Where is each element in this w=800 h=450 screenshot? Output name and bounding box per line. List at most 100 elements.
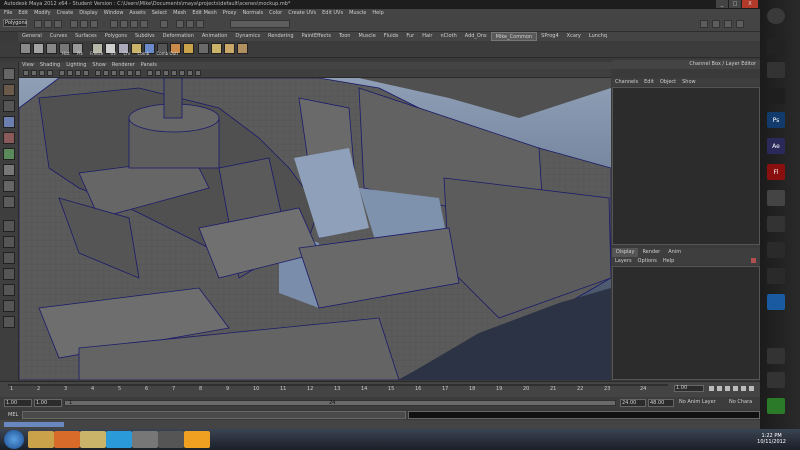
monitor-icon[interactable]: [767, 216, 785, 232]
menu-window[interactable]: Window: [104, 10, 124, 16]
step-back-icon[interactable]: [717, 386, 722, 391]
alien-icon[interactable]: [767, 242, 785, 258]
panel-menu-lighting[interactable]: Lighting: [66, 62, 86, 69]
unity-icon[interactable]: [767, 190, 785, 206]
open-scene-icon[interactable]: [44, 20, 52, 28]
depth-of-field-icon[interactable]: [195, 70, 201, 76]
panel-menu-view[interactable]: View: [22, 62, 34, 69]
select-hierarchy-icon[interactable]: [70, 20, 78, 28]
save-scene-icon[interactable]: [54, 20, 62, 28]
anim-layer-menu[interactable]: No Anim Layer: [678, 399, 720, 407]
menu-help[interactable]: Help: [372, 10, 383, 16]
layout-persp-graph-icon[interactable]: [3, 252, 15, 264]
new-layer-icon[interactable]: [751, 258, 756, 263]
shadows-icon[interactable]: [135, 70, 141, 76]
go-to-end-icon[interactable]: [749, 386, 754, 391]
snap-point-icon[interactable]: [130, 20, 138, 28]
menu-proxy[interactable]: Proxy: [223, 10, 237, 16]
select-component-icon[interactable]: [90, 20, 98, 28]
anti-alias-icon[interactable]: [187, 70, 193, 76]
shelf-tab-toon[interactable]: Toon: [335, 32, 355, 41]
maya-taskbar-icon[interactable]: [132, 431, 158, 448]
new-scene-icon[interactable]: [34, 20, 42, 28]
shelf-tab-xcary[interactable]: Xcary: [563, 32, 585, 41]
start-button-icon[interactable]: [4, 430, 24, 449]
shelf-tab-dynamics[interactable]: Dynamics: [231, 32, 264, 41]
menu-muscle[interactable]: Muscle: [349, 10, 366, 16]
shelf-tab-curves[interactable]: Curves: [46, 32, 71, 41]
play-backward-icon[interactable]: [725, 386, 730, 391]
menu-edit-mesh[interactable]: Edit Mesh: [192, 10, 216, 16]
range-bar[interactable]: 1 24: [64, 400, 616, 406]
layer-editor-panel[interactable]: [612, 266, 760, 380]
menu-create[interactable]: Create: [57, 10, 74, 16]
runner-taskbar-icon[interactable]: [184, 431, 210, 448]
maximize-button[interactable]: □: [729, 0, 741, 8]
shelf-tab-add-ons[interactable]: Add_Ons: [461, 32, 491, 41]
shelf-box2-icon[interactable]: [224, 43, 235, 54]
smooth-shade-icon[interactable]: [103, 70, 109, 76]
panel-menu-show[interactable]: Show: [92, 62, 106, 69]
perspective-viewport[interactable]: [19, 78, 611, 380]
shelf-box3-icon[interactable]: [237, 43, 248, 54]
shelf-tab-rendering[interactable]: Rendering: [264, 32, 298, 41]
panel-menu-renderer[interactable]: Renderer: [112, 62, 135, 69]
wireframe-on-shaded-icon[interactable]: [111, 70, 117, 76]
shelf-tab-general[interactable]: General: [18, 32, 46, 41]
layer-tab-render[interactable]: Render: [638, 248, 664, 257]
cb-menu-edit[interactable]: Edit: [644, 78, 654, 86]
shelf-tab-muscle[interactable]: Muscle: [354, 32, 379, 41]
shelf-tab-hair[interactable]: Hair: [418, 32, 436, 41]
steam-icon[interactable]: [767, 38, 785, 54]
photoshop-icon[interactable]: Ps: [767, 112, 785, 128]
mel-label[interactable]: MEL: [8, 412, 18, 418]
xray-icon[interactable]: [147, 70, 153, 76]
flash-icon[interactable]: Fl: [767, 164, 785, 180]
tray-icon-3[interactable]: [767, 398, 785, 414]
layer-tab-anim[interactable]: Anim: [664, 248, 685, 257]
menu-edit-uvs[interactable]: Edit UVs: [322, 10, 343, 16]
runner-icon[interactable]: [767, 268, 785, 284]
play-forward-icon[interactable]: [733, 386, 738, 391]
time-slider[interactable]: 1 2 3 4 5 6 7 8 9 10 11 12 13 14 15 16 1…: [0, 381, 760, 398]
shelf-tab-deformation[interactable]: Deformation: [159, 32, 198, 41]
layout-hypershade-icon[interactable]: [3, 284, 15, 296]
move-tool-icon[interactable]: [3, 116, 15, 128]
menu-color[interactable]: Color: [269, 10, 282, 16]
menu-edit[interactable]: Edit: [18, 10, 28, 16]
select-tool-icon[interactable]: [3, 68, 15, 80]
show-manipulator-icon[interactable]: [3, 196, 15, 208]
film-gate-icon[interactable]: [67, 70, 73, 76]
select-camera-icon[interactable]: [23, 70, 29, 76]
grid-toggle-icon[interactable]: [59, 70, 65, 76]
high-quality-icon[interactable]: [171, 70, 177, 76]
toggle-channel-box-icon[interactable]: [700, 20, 708, 28]
lasso-tool-icon[interactable]: [3, 84, 15, 96]
shelf-box-icon[interactable]: [183, 43, 194, 54]
xray-joints-icon[interactable]: [155, 70, 161, 76]
character-set-menu[interactable]: No Chara: [728, 399, 760, 407]
rotate-tool-icon[interactable]: [3, 132, 15, 144]
shelf-tab-surfaces[interactable]: Surfaces: [71, 32, 101, 41]
camera-attributes-icon[interactable]: [31, 70, 37, 76]
input-field[interactable]: [230, 20, 290, 28]
menu-display[interactable]: Display: [79, 10, 97, 16]
snap-surface-icon[interactable]: [140, 20, 148, 28]
layout-persp-outliner-icon[interactable]: [3, 268, 15, 280]
textured-icon[interactable]: [119, 70, 125, 76]
system-clock[interactable]: 1:22 PM 10/11/2012: [757, 433, 786, 445]
menu-select[interactable]: Select: [152, 10, 167, 16]
shelf-tab-animation[interactable]: Animation: [198, 32, 232, 41]
layer-menu-layers[interactable]: Layers: [615, 257, 632, 265]
toggle-layer-editor-icon[interactable]: [736, 20, 744, 28]
folder-taskbar-icon[interactable]: [80, 431, 106, 448]
dropbox-icon[interactable]: [767, 294, 785, 310]
history-icon[interactable]: [160, 20, 168, 28]
layout-uv-icon[interactable]: [3, 300, 15, 312]
select-object-icon[interactable]: [80, 20, 88, 28]
shelf-tab-fluids[interactable]: Fluids: [380, 32, 403, 41]
shelf-tab-polygons[interactable]: Polygons: [101, 32, 131, 41]
current-frame-field[interactable]: 1.00: [674, 385, 704, 392]
menu-create-uvs[interactable]: Create UVs: [288, 10, 316, 16]
shelf-hist-icon[interactable]: [20, 43, 31, 54]
